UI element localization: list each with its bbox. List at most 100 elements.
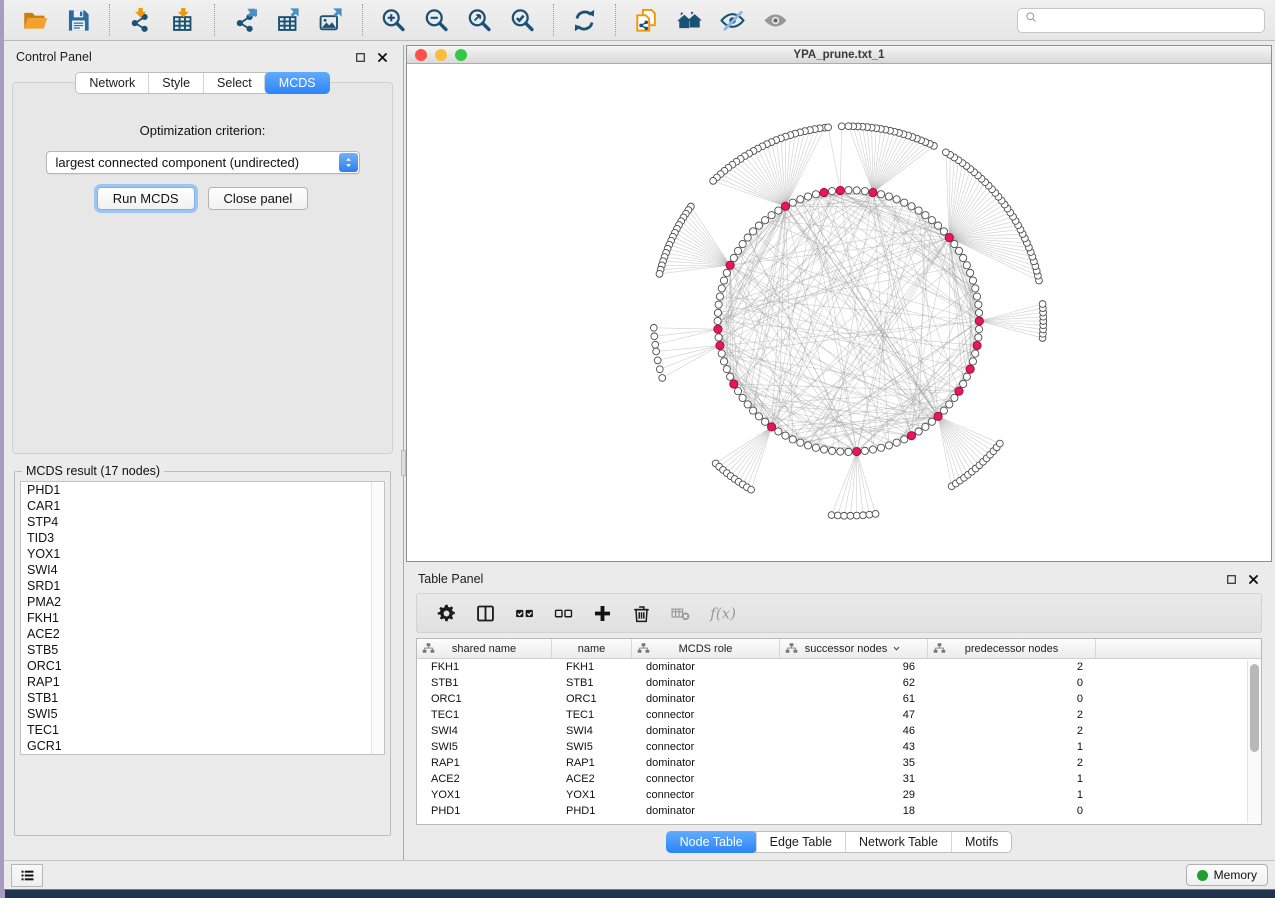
mcds-result-item[interactable]: SRD1 bbox=[21, 578, 384, 594]
task-history-button[interactable] bbox=[11, 864, 43, 887]
tab-node-table[interactable]: Node Table bbox=[666, 831, 757, 853]
uncheck-all-button[interactable] bbox=[546, 601, 581, 626]
list-scrollbar[interactable] bbox=[371, 482, 384, 754]
tree-icon bbox=[785, 642, 798, 655]
column-label: shared name bbox=[452, 643, 516, 655]
eye-button[interactable] bbox=[754, 5, 797, 36]
table-row[interactable]: PHD1PHD1dominator180 bbox=[417, 803, 1261, 819]
control-panel-close-button[interactable] bbox=[376, 51, 389, 64]
export-network-button[interactable] bbox=[224, 5, 267, 36]
main-toolbar bbox=[4, 0, 1275, 41]
column-header-name[interactable]: name bbox=[552, 639, 632, 658]
cell-predecessor-nodes: 0 bbox=[928, 805, 1096, 817]
memory-button[interactable]: Memory bbox=[1186, 864, 1268, 886]
tab-network-table[interactable]: Network Table bbox=[845, 832, 951, 852]
vertical-splitter[interactable] bbox=[401, 45, 406, 860]
scrollbar-thumb[interactable] bbox=[1250, 664, 1259, 752]
column-header-MCDS-role[interactable]: MCDS role bbox=[632, 639, 780, 658]
cell-MCDS-role: dominator bbox=[632, 757, 780, 769]
table-row[interactable]: YOX1YOX1connector291 bbox=[417, 787, 1261, 803]
network-view-window: YPA_prune.txt_1 bbox=[406, 45, 1272, 562]
table-row[interactable]: ACE2ACE2connector311 bbox=[417, 771, 1261, 787]
cell-predecessor-nodes: 1 bbox=[928, 789, 1096, 801]
search-box[interactable] bbox=[1017, 8, 1265, 33]
copy-documents-share-button[interactable] bbox=[625, 5, 668, 36]
table-row[interactable]: FKH1FKH1dominator962 bbox=[417, 659, 1261, 675]
network-canvas[interactable] bbox=[407, 64, 1271, 561]
zoom-out-button[interactable] bbox=[415, 5, 458, 36]
optimization-criterion-select[interactable]: largest connected component (undirected) bbox=[46, 151, 360, 174]
table-row[interactable]: TEC1TEC1connector472 bbox=[417, 707, 1261, 723]
column-label: name bbox=[578, 643, 606, 655]
mcds-result-item[interactable]: SWI5 bbox=[21, 706, 384, 722]
import-network-button[interactable] bbox=[119, 5, 162, 36]
open-session-button[interactable] bbox=[14, 5, 57, 36]
table-row[interactable]: SWI5SWI5connector431 bbox=[417, 739, 1261, 755]
mcds-result-item[interactable]: STB5 bbox=[21, 642, 384, 658]
mcds-result-item[interactable]: SWI4 bbox=[21, 562, 384, 578]
zoom-selected-button[interactable] bbox=[501, 5, 544, 36]
tree-icon bbox=[637, 642, 650, 655]
mcds-result-item[interactable]: PHD1 bbox=[21, 482, 384, 498]
refresh-button[interactable] bbox=[563, 5, 606, 36]
table-row[interactable]: ORC1ORC1dominator610 bbox=[417, 691, 1261, 707]
table-panel-close-button[interactable] bbox=[1247, 573, 1260, 586]
mcds-result-item[interactable]: ACE2 bbox=[21, 626, 384, 642]
mcds-result-list[interactable]: PHD1CAR1STP4TID3YOX1SWI4SRD1PMA2FKH1ACE2… bbox=[20, 481, 385, 755]
tab-select[interactable]: Select bbox=[203, 73, 265, 93]
column-header-successor-nodes[interactable]: successor nodes bbox=[780, 639, 928, 658]
gear-button[interactable] bbox=[429, 601, 464, 626]
table-row[interactable]: SWI4SWI4dominator462 bbox=[417, 723, 1261, 739]
uncheck-all-icon bbox=[553, 603, 574, 624]
mcds-result-item[interactable]: TEC1 bbox=[21, 722, 384, 738]
table-panel-float-button[interactable] bbox=[1225, 573, 1238, 586]
cell-shared-name: RAP1 bbox=[417, 757, 552, 769]
tab-network[interactable]: Network bbox=[76, 73, 148, 93]
mcds-result-item[interactable]: TID3 bbox=[21, 530, 384, 546]
table-row[interactable]: RAP1RAP1dominator352 bbox=[417, 755, 1261, 771]
toolbar-separator bbox=[109, 4, 110, 36]
mcds-result-item[interactable]: CAR1 bbox=[21, 498, 384, 514]
network-graph[interactable] bbox=[407, 64, 1271, 561]
zoom-fit-icon bbox=[466, 7, 493, 34]
column-header-shared-name[interactable]: shared name bbox=[417, 639, 552, 658]
columns-button[interactable] bbox=[468, 601, 503, 626]
mcds-result-item[interactable]: FKH1 bbox=[21, 610, 384, 626]
tab-edge-table[interactable]: Edge Table bbox=[756, 832, 845, 852]
tab-style[interactable]: Style bbox=[148, 73, 203, 93]
trash-button[interactable] bbox=[624, 601, 659, 626]
export-image-button[interactable] bbox=[310, 5, 353, 36]
control-panel-float-button[interactable] bbox=[354, 51, 367, 64]
table-scrollbar[interactable] bbox=[1247, 660, 1261, 823]
import-table-button[interactable] bbox=[162, 5, 205, 36]
save-session-button[interactable] bbox=[57, 5, 100, 36]
eye-slash-button[interactable] bbox=[711, 5, 754, 36]
tab-motifs[interactable]: Motifs bbox=[951, 832, 1011, 852]
check-all-button[interactable] bbox=[507, 601, 542, 626]
close-panel-button[interactable]: Close panel bbox=[208, 187, 309, 210]
cell-predecessor-nodes: 2 bbox=[928, 757, 1096, 769]
splitter-grip[interactable] bbox=[401, 450, 406, 476]
plus-button[interactable] bbox=[585, 601, 620, 626]
export-table-button[interactable] bbox=[267, 5, 310, 36]
mcds-result-item[interactable]: YOX1 bbox=[21, 546, 384, 562]
mcds-result-item[interactable]: GCR1 bbox=[21, 738, 384, 754]
toolbar-separator bbox=[615, 4, 616, 36]
column-header-predecessor-nodes[interactable]: predecessor nodes bbox=[928, 639, 1096, 658]
mcds-result-item[interactable]: ORC1 bbox=[21, 658, 384, 674]
mcds-result-item[interactable]: RAP1 bbox=[21, 674, 384, 690]
zoom-fit-button[interactable] bbox=[458, 5, 501, 36]
horizontal-splitter[interactable] bbox=[406, 562, 1272, 567]
mcds-result-item[interactable]: STP4 bbox=[21, 514, 384, 530]
houses-button[interactable] bbox=[668, 5, 711, 36]
tab-mcds[interactable]: MCDS bbox=[264, 72, 330, 94]
column-header-filler bbox=[1096, 639, 1261, 658]
zoom-in-button[interactable] bbox=[372, 5, 415, 36]
mcds-result-item[interactable]: PMA2 bbox=[21, 594, 384, 610]
mcds-result-item[interactable]: STB1 bbox=[21, 690, 384, 706]
mcds-result-legend: MCDS result (17 nodes) bbox=[22, 464, 164, 478]
refresh-icon bbox=[571, 7, 598, 34]
run-mcds-button[interactable]: Run MCDS bbox=[97, 187, 195, 210]
search-input[interactable] bbox=[1039, 13, 1258, 27]
table-row[interactable]: STB1STB1dominator620 bbox=[417, 675, 1261, 691]
